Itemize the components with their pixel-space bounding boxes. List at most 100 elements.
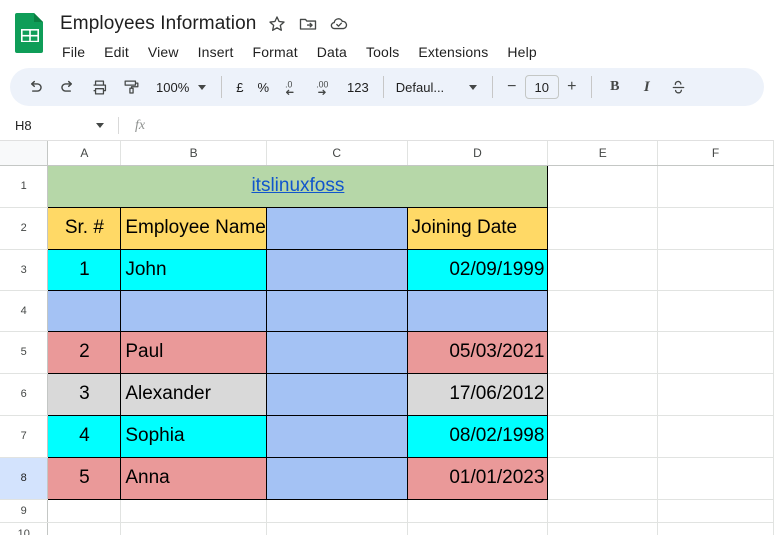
cell-b5[interactable]: Paul [120, 330, 267, 374]
cell-e2[interactable] [547, 207, 659, 250]
cell-b10[interactable] [120, 522, 267, 535]
row-header-6[interactable]: 6 [0, 373, 49, 416]
column-header-a[interactable]: A [47, 141, 122, 166]
cell-e8[interactable] [547, 457, 659, 500]
cell-f5[interactable] [657, 331, 774, 374]
cell-d3[interactable]: 02/09/1999 [406, 248, 549, 291]
cell-f2[interactable] [657, 207, 774, 250]
cell-a6[interactable]: 3 [47, 372, 122, 416]
row-header-10[interactable]: 10 [0, 522, 49, 535]
cell-a3[interactable]: 1 [47, 248, 122, 291]
cell-e7[interactable] [547, 415, 659, 458]
cell-f8[interactable] [657, 457, 774, 500]
cell-f7[interactable] [657, 415, 774, 458]
cell-c4[interactable] [265, 289, 408, 332]
menu-item-edit[interactable]: Edit [102, 42, 131, 62]
cell-a1-title[interactable]: itslinuxfoss [47, 164, 549, 208]
cell-b7[interactable]: Sophia [120, 414, 267, 458]
zoom-control[interactable]: 100% [148, 80, 213, 95]
formula-input[interactable] [161, 111, 774, 140]
cell-c3[interactable] [265, 248, 408, 291]
menu-item-insert[interactable]: Insert [196, 42, 236, 62]
cell-b2-employee-name[interactable]: Employee Name [120, 206, 267, 250]
menu-item-help[interactable]: Help [505, 42, 538, 62]
cell-d8[interactable]: 01/01/2023 [406, 456, 549, 500]
row-header-4[interactable]: 4 [0, 290, 49, 332]
menu-item-format[interactable]: Format [251, 42, 300, 62]
cell-a4[interactable] [47, 289, 122, 332]
cell-a5[interactable]: 2 [47, 330, 122, 374]
column-header-b[interactable]: B [120, 141, 267, 166]
row-header-7[interactable]: 7 [0, 415, 49, 458]
cell-e5[interactable] [547, 331, 659, 374]
cell-f4[interactable] [657, 290, 774, 332]
cell-e9[interactable] [547, 499, 659, 523]
cell-a9[interactable] [47, 499, 122, 523]
font-size-input[interactable]: 10 [524, 75, 559, 99]
row-header-8[interactable]: 8 [0, 457, 49, 500]
star-icon[interactable] [267, 14, 287, 34]
name-box[interactable]: H8 [0, 111, 118, 140]
print-icon[interactable] [84, 72, 114, 102]
cell-c6[interactable] [265, 372, 408, 416]
cell-e1[interactable] [547, 165, 659, 208]
cell-b9[interactable] [120, 499, 267, 523]
row-header-1[interactable]: 1 [0, 165, 49, 208]
cell-d2-joining-date[interactable]: Joining Date [406, 206, 549, 250]
cell-e4[interactable] [547, 290, 659, 332]
increase-decimal-icon[interactable]: .00 [309, 72, 339, 102]
column-header-f[interactable]: F [657, 141, 774, 166]
cell-b4[interactable] [120, 289, 267, 332]
decrease-decimal-icon[interactable]: .0 [277, 72, 307, 102]
italic-button[interactable]: I [632, 72, 662, 102]
select-all-corner[interactable] [0, 141, 49, 166]
cell-b3[interactable]: John [120, 248, 267, 291]
cell-d5[interactable]: 05/03/2021 [406, 330, 549, 374]
row-header-3[interactable]: 3 [0, 249, 49, 291]
menu-item-data[interactable]: Data [315, 42, 349, 62]
cell-c10[interactable] [266, 522, 408, 535]
cell-a8[interactable]: 5 [47, 456, 122, 500]
increase-font-size-button[interactable]: + [561, 75, 583, 99]
column-header-e[interactable]: E [547, 141, 659, 166]
font-chevron-down-icon[interactable] [468, 84, 477, 90]
column-header-d[interactable]: D [407, 141, 549, 166]
menu-item-view[interactable]: View [146, 42, 181, 62]
percent-format-button[interactable]: % [251, 73, 275, 101]
cell-f3[interactable] [657, 249, 774, 291]
cell-c9[interactable] [266, 499, 408, 523]
font-family-selector[interactable]: Defaul... [392, 80, 460, 95]
page-title[interactable]: Employees Information [60, 13, 256, 35]
decrease-font-size-button[interactable]: − [501, 75, 523, 99]
itslinuxfoss-link[interactable]: itslinuxfoss [251, 175, 344, 196]
cell-d7[interactable]: 08/02/1998 [406, 414, 549, 458]
cell-f10[interactable] [657, 522, 774, 535]
menu-item-file[interactable]: File [60, 42, 87, 62]
bold-button[interactable]: B [600, 72, 630, 102]
cell-a2-sr-no[interactable]: Sr. # [47, 206, 122, 250]
redo-icon[interactable] [52, 72, 82, 102]
cell-c5[interactable] [265, 330, 408, 374]
cell-e3[interactable] [547, 249, 659, 291]
cell-d9[interactable] [407, 499, 549, 523]
move-to-folder-icon[interactable] [298, 14, 318, 34]
cell-a7[interactable]: 4 [47, 414, 122, 458]
more-formats-button[interactable]: 123 [341, 73, 375, 101]
cell-f9[interactable] [657, 499, 774, 523]
cell-b6[interactable]: Alexander [120, 372, 267, 416]
cloud-saved-icon[interactable] [329, 14, 349, 34]
row-header-2[interactable]: 2 [0, 207, 49, 250]
cell-e6[interactable] [547, 373, 659, 416]
cell-d10[interactable] [407, 522, 549, 535]
strikethrough-button[interactable] [664, 72, 694, 102]
row-header-9[interactable]: 9 [0, 499, 49, 523]
undo-icon[interactable] [20, 72, 50, 102]
column-header-c[interactable]: C [266, 141, 408, 166]
currency-format-button[interactable]: £ [230, 73, 249, 101]
paint-format-icon[interactable] [116, 72, 146, 102]
cell-a10[interactable] [47, 522, 122, 535]
cell-c2[interactable] [265, 206, 408, 250]
row-header-5[interactable]: 5 [0, 331, 49, 374]
cell-f6[interactable] [657, 373, 774, 416]
cell-d4[interactable] [406, 289, 549, 332]
